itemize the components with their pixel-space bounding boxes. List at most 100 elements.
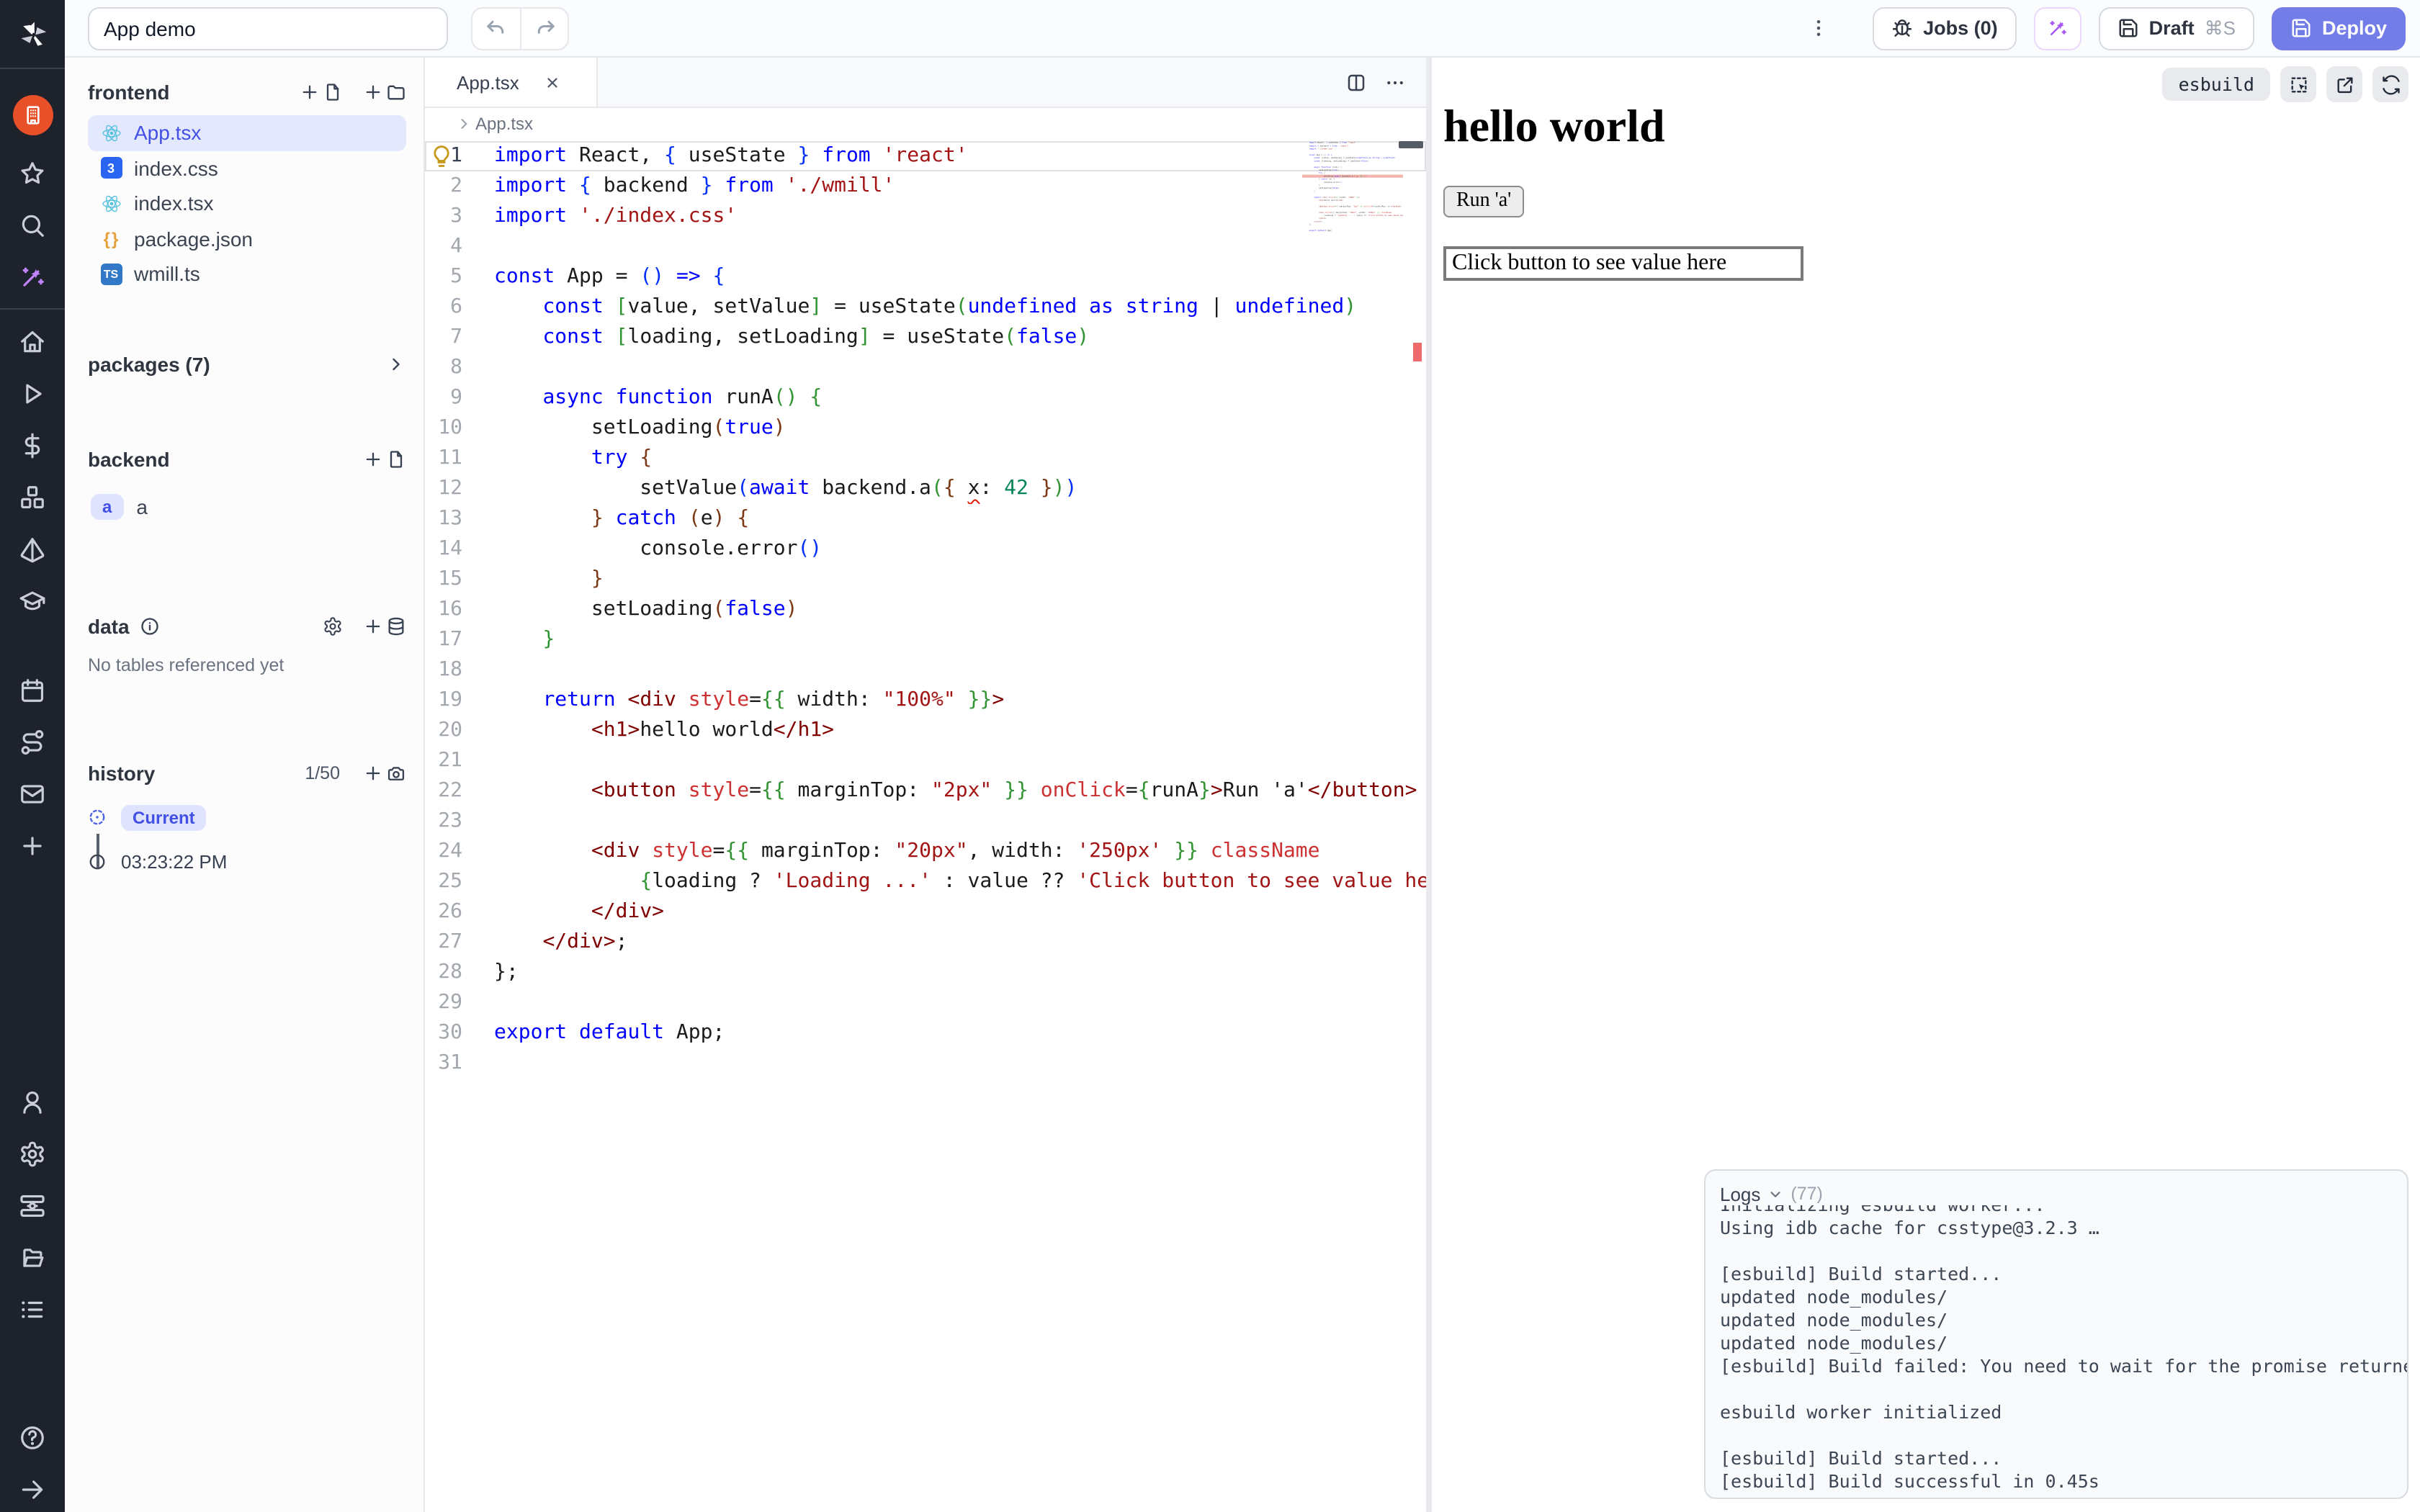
- editor-more-icon[interactable]: [1384, 71, 1406, 93]
- rail-item-collapse[interactable]: [12, 1475, 53, 1503]
- file-item-index-tsx[interactable]: index.tsx: [88, 186, 406, 221]
- file-item-package-json[interactable]: { }package.json: [88, 221, 406, 256]
- code-line[interactable]: 25 {loading ? 'Loading ...' : value ?? '…: [425, 867, 1426, 897]
- rail-item-search[interactable]: [12, 210, 53, 239]
- rail-item-ai-assistant[interactable]: [12, 262, 53, 291]
- open-external-button[interactable]: [2326, 66, 2362, 102]
- add-file-button[interactable]: [300, 82, 343, 102]
- undo-button[interactable]: [472, 8, 520, 48]
- close-tab-icon[interactable]: [545, 74, 561, 90]
- backend-item-a[interactable]: aa: [88, 493, 406, 519]
- ai-wand-button[interactable]: [2034, 6, 2081, 50]
- line-number: 3: [428, 202, 462, 232]
- split-panel-icon[interactable]: [1345, 71, 1367, 93]
- history-snapshot-button[interactable]: [363, 762, 406, 783]
- logs-title[interactable]: Logs: [1720, 1183, 1760, 1205]
- code-line[interactable]: 11 try {: [425, 444, 1426, 474]
- rail-item-audit-logs[interactable]: [12, 1295, 53, 1323]
- code-line[interactable]: 1import React, { useState } from 'react': [425, 141, 1426, 171]
- code-line[interactable]: 4: [425, 232, 1426, 262]
- rail-item-user[interactable]: [12, 1087, 53, 1116]
- code-line[interactable]: 9 async function runA() {: [425, 383, 1426, 413]
- refresh-button[interactable]: [2372, 66, 2408, 102]
- code-line[interactable]: 10 setLoading(true): [425, 413, 1426, 444]
- logs-count: (77): [1791, 1184, 1822, 1204]
- topbar: Jobs (0) Draft ⌘S Deploy: [65, 0, 2420, 58]
- rail-item-workspace[interactable]: [12, 95, 53, 135]
- add-folder-button[interactable]: [363, 82, 406, 102]
- code-line[interactable]: 16 setLoading(false): [425, 595, 1426, 625]
- code-line[interactable]: 5const App = () => {: [425, 262, 1426, 292]
- code-line[interactable]: 13 } catch (e) {: [425, 504, 1426, 534]
- logs-body[interactable]: Initializing esbuild worker...Using idb …: [1706, 1205, 2407, 1498]
- file-item-index-css[interactable]: 3index.css: [88, 150, 406, 186]
- rail-item-academy[interactable]: [12, 586, 53, 615]
- code-line[interactable]: 19 return <div style={{ width: "100%" }}…: [425, 685, 1426, 716]
- data-info-icon[interactable]: [140, 616, 160, 636]
- code-line[interactable]: 12 setValue(await backend.a({ x: 42 })): [425, 474, 1426, 504]
- file-item-app-tsx[interactable]: App.tsx: [88, 115, 406, 150]
- deploy-button[interactable]: Deploy: [2272, 6, 2406, 50]
- code-line[interactable]: 30export default App;: [425, 1018, 1426, 1048]
- jobs-button[interactable]: Jobs (0): [1873, 6, 2017, 50]
- more-menu-button[interactable]: [1801, 11, 1835, 45]
- redo-button[interactable]: [520, 8, 568, 48]
- code-line[interactable]: 8: [425, 353, 1426, 383]
- rail-item-help[interactable]: [12, 1423, 53, 1452]
- rail-item-folders[interactable]: [12, 1243, 53, 1272]
- code-line[interactable]: 28};: [425, 958, 1426, 988]
- code-line[interactable]: 21: [425, 746, 1426, 776]
- code-line[interactable]: 22 <button style={{ marginTop: "2px" }} …: [425, 776, 1426, 806]
- file-item-wmill-ts[interactable]: TSwmill.ts: [88, 256, 406, 292]
- rail-item-create[interactable]: [12, 831, 53, 860]
- rail-item-schedules[interactable]: [12, 675, 53, 704]
- rail-item-workers[interactable]: [12, 1191, 53, 1220]
- rail-item-flows[interactable]: [12, 727, 53, 756]
- code-line[interactable]: 6 const [value, setValue] = useState(und…: [425, 292, 1426, 323]
- rail-item-resources[interactable]: [12, 482, 53, 511]
- code-line[interactable]: 18: [425, 655, 1426, 685]
- code-line[interactable]: 2import { backend } from './wmill': [425, 171, 1426, 202]
- code-line[interactable]: 14 console.error(): [425, 534, 1426, 564]
- add-backend-script-button[interactable]: [363, 449, 406, 469]
- history-entry-2[interactable]: 03:23:22 PM: [88, 850, 406, 872]
- code-line[interactable]: 24 <div style={{ marginTop: "20px", widt…: [425, 837, 1426, 867]
- code-line[interactable]: 26 </div>: [425, 897, 1426, 927]
- code-line[interactable]: 17 }: [425, 625, 1426, 655]
- windmill-logo-icon[interactable]: [0, 0, 65, 69]
- code-line[interactable]: 3import './index.css': [425, 202, 1426, 232]
- rail-item-favorites[interactable]: [12, 158, 53, 187]
- refresh-icon: [2380, 74, 2401, 94]
- rail-item-settings[interactable]: [12, 1139, 53, 1168]
- preview-run-button[interactable]: Run 'a': [1443, 186, 1524, 217]
- code-line[interactable]: 15 }: [425, 564, 1426, 595]
- rail-item-home[interactable]: [12, 327, 53, 356]
- chevron-down-icon[interactable]: [1767, 1186, 1783, 1202]
- tab-app-tsx[interactable]: App.tsx: [425, 58, 598, 107]
- minimap[interactable]: 1import React, { useState } from 'react'…: [1302, 141, 1403, 487]
- add-database-button[interactable]: [363, 616, 406, 636]
- code-area[interactable]: 1import React, { useState } from 'react'…: [425, 138, 1426, 1512]
- logs-panel: Logs (77) Initializing esbuild worker...…: [1704, 1169, 2408, 1499]
- data-settings-button[interactable]: [323, 616, 343, 636]
- packages-expand-button[interactable]: [386, 354, 406, 374]
- rail-item-messages[interactable]: [12, 779, 53, 808]
- scrollbar-thumb[interactable]: [1399, 141, 1423, 148]
- line-number: 19: [428, 685, 462, 716]
- editor-preview-splitter[interactable]: [1426, 58, 1432, 1512]
- rail-item-schemas[interactable]: [12, 534, 53, 563]
- code-line[interactable]: 27 </div>;: [425, 927, 1426, 958]
- code-line[interactable]: 20 <h1>hello world</h1>: [425, 716, 1426, 746]
- code-line[interactable]: 31: [425, 1048, 1426, 1079]
- code-line[interactable]: 29: [425, 988, 1426, 1018]
- rail-item-runs[interactable]: [12, 379, 53, 408]
- breadcrumb[interactable]: App.tsx: [425, 108, 1426, 138]
- code-line[interactable]: 23: [425, 806, 1426, 837]
- history-current-badge[interactable]: Current: [121, 804, 207, 830]
- inspect-element-button[interactable]: [2280, 66, 2316, 102]
- rail-item-variables[interactable]: [12, 431, 53, 459]
- app-name-input[interactable]: [88, 6, 448, 50]
- code-line[interactable]: 7 const [loading, setLoading] = useState…: [425, 323, 1426, 353]
- history-entry-1[interactable]: Current: [88, 804, 406, 830]
- draft-button[interactable]: Draft ⌘S: [2099, 6, 2254, 50]
